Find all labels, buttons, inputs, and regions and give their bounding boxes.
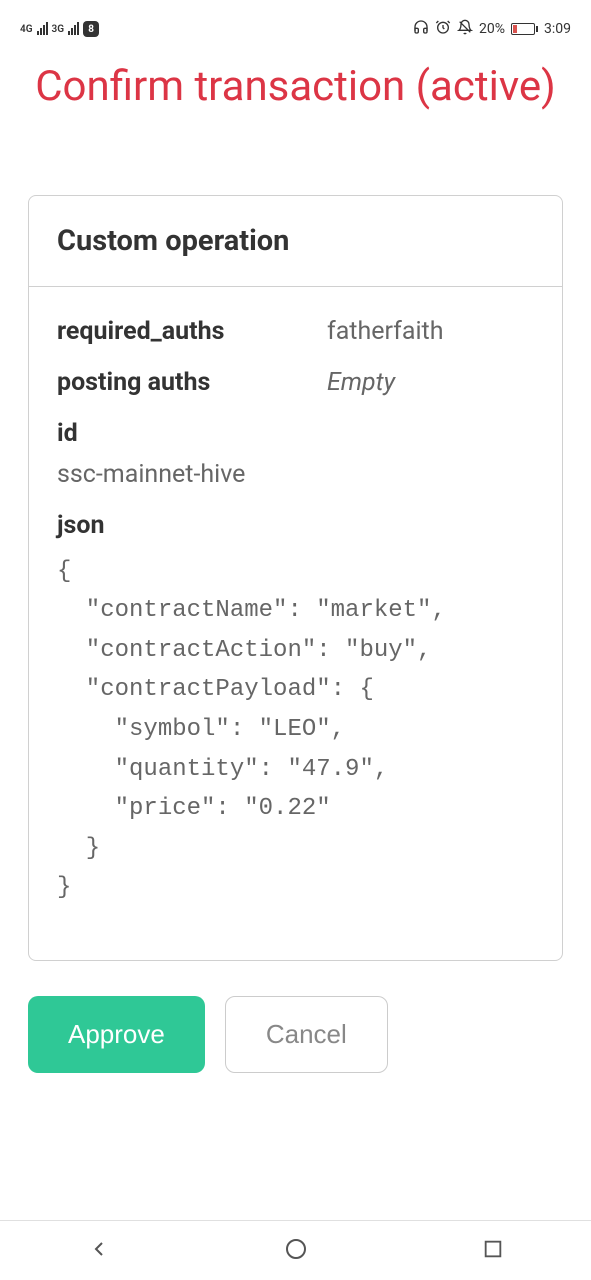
- nav-home-icon[interactable]: [284, 1237, 308, 1265]
- json-content: { "contractName": "market", "contractAct…: [57, 552, 534, 908]
- field-value: fatherfaith: [327, 317, 443, 346]
- field-label: id: [57, 419, 534, 448]
- headphones-icon: [413, 19, 429, 39]
- nav-back-icon[interactable]: [87, 1237, 111, 1265]
- nav-recent-icon[interactable]: [482, 1238, 504, 1264]
- field-id: id ssc-mainnet-hive: [57, 419, 534, 489]
- field-posting-auths: posting auths Empty: [57, 368, 534, 397]
- alarm-icon: [435, 19, 451, 39]
- status-bar: 4G 3G 8 20% 3:09: [0, 0, 591, 50]
- button-row: Approve Cancel: [0, 981, 591, 1103]
- field-value-empty: Empty: [327, 368, 395, 397]
- card-header: Custom operation: [29, 196, 562, 287]
- field-label: required_auths: [57, 317, 327, 346]
- network-3g-label: 3G: [52, 24, 65, 35]
- battery-percent-label: 20%: [479, 21, 505, 37]
- status-left: 4G 3G 8: [20, 21, 99, 37]
- bell-off-icon: [457, 19, 473, 39]
- cancel-button[interactable]: Cancel: [225, 996, 388, 1073]
- vpn-badge-icon: 8: [83, 21, 99, 37]
- signal-bars-icon: [68, 23, 79, 35]
- field-json: json { "contractName": "market", "contra…: [57, 511, 534, 908]
- field-label: posting auths: [57, 368, 327, 397]
- android-nav-bar: [0, 1220, 591, 1280]
- card-body: required_auths fatherfaith posting auths…: [29, 287, 562, 960]
- signal-bars-icon: [37, 23, 48, 35]
- field-required-auths: required_auths fatherfaith: [57, 317, 534, 346]
- field-label: json: [57, 511, 534, 540]
- approve-button[interactable]: Approve: [28, 996, 205, 1073]
- clock-time: 3:09: [544, 21, 571, 37]
- field-value: ssc-mainnet-hive: [57, 460, 534, 489]
- operation-card: Custom operation required_auths fatherfa…: [28, 195, 563, 961]
- page-title: Confirm transaction (active): [0, 50, 591, 145]
- network-4g-label: 4G: [20, 24, 33, 35]
- status-right: 20% 3:09: [413, 19, 571, 39]
- battery-icon: [511, 23, 538, 35]
